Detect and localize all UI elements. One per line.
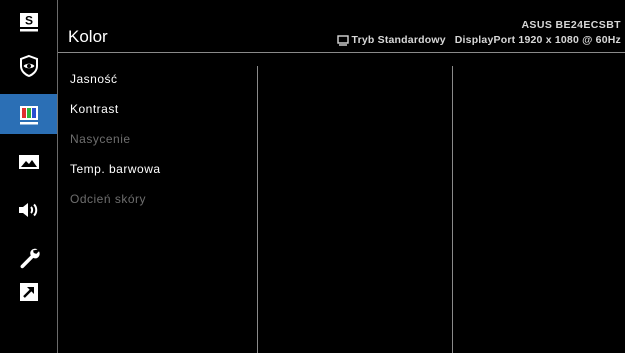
menu-item-temp-barwowa[interactable]: Temp. barwowa bbox=[70, 162, 161, 176]
sidebar-item-eye-care[interactable] bbox=[0, 46, 57, 86]
eye-care-icon bbox=[19, 54, 38, 78]
monitor-icon bbox=[336, 34, 349, 46]
menu-item-nasycenie: Nasycenie bbox=[70, 132, 131, 146]
mode-label: Tryb Standardowy bbox=[351, 34, 446, 46]
osd-menu: S Kolor ASUS BE24ECSBT Tryb Standardowy … bbox=[0, 0, 625, 353]
sidebar: S bbox=[0, 0, 57, 353]
sidebar-item-sound[interactable] bbox=[0, 190, 57, 230]
sidebar-item-splendid[interactable]: S bbox=[0, 2, 57, 42]
column-divider-2 bbox=[452, 66, 453, 353]
image-icon bbox=[18, 155, 39, 169]
header-divider bbox=[58, 52, 625, 53]
input-signal-label: DisplayPort 1920 x 1080 @ 60Hz bbox=[454, 34, 621, 46]
menu-item-jasnosc[interactable]: Jasność bbox=[70, 72, 118, 86]
status-line: Tryb Standardowy DisplayPort 1920 x 1080… bbox=[336, 34, 621, 46]
menu-item-kontrast[interactable]: Kontrast bbox=[70, 102, 119, 116]
model-name: ASUS BE24ECSBT bbox=[521, 19, 621, 31]
wrench-icon bbox=[19, 248, 40, 269]
svg-text:S: S bbox=[24, 14, 32, 28]
page-title: Kolor bbox=[68, 27, 108, 46]
color-bars-icon bbox=[19, 106, 38, 125]
column-divider-1 bbox=[257, 66, 258, 353]
splendid-s-icon: S bbox=[19, 13, 38, 32]
sidebar-item-color[interactable] bbox=[0, 94, 57, 134]
speaker-icon bbox=[18, 203, 37, 217]
shortcut-arrow-icon bbox=[19, 283, 38, 301]
sidebar-item-image[interactable] bbox=[0, 142, 57, 182]
sidebar-item-shortcut[interactable] bbox=[0, 272, 57, 312]
menu-item-odcien-skory: Odcień skóry bbox=[70, 192, 147, 206]
